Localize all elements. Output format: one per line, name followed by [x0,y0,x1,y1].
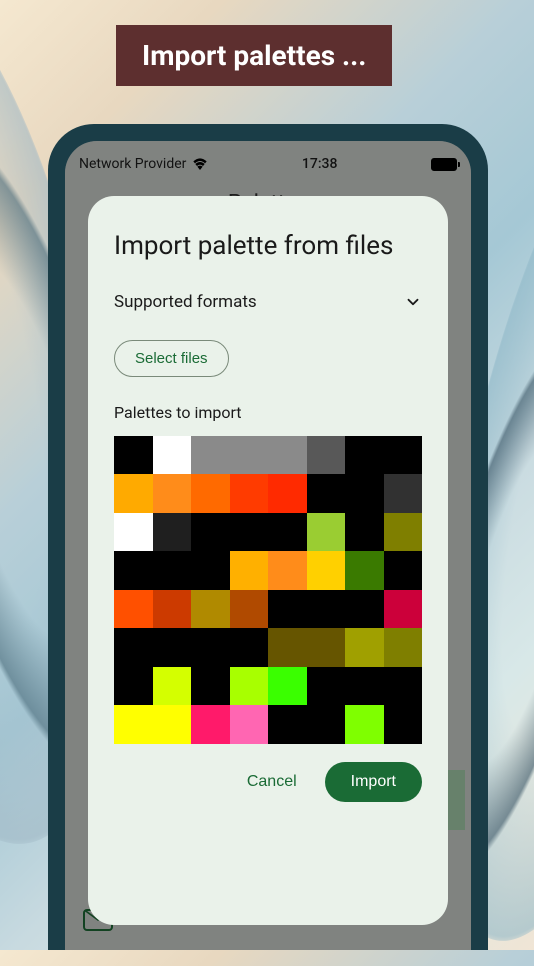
color-swatch [345,513,384,552]
color-swatch [230,590,269,629]
color-swatch [307,513,346,552]
color-swatch [345,551,384,590]
color-swatch [384,628,423,667]
color-swatch [230,551,269,590]
color-swatch [114,667,153,706]
color-swatch [307,667,346,706]
color-swatch [230,513,269,552]
color-swatch [384,590,423,629]
color-swatch [307,474,346,513]
color-swatch [268,551,307,590]
color-swatch [114,513,153,552]
color-swatch [230,667,269,706]
color-swatch [307,590,346,629]
cancel-button[interactable]: Cancel [233,763,311,801]
color-swatch [268,474,307,513]
color-swatch [114,628,153,667]
color-swatch [345,705,384,744]
dialog-title: Import palette from files [114,230,422,264]
color-swatch [114,705,153,744]
color-swatch [230,705,269,744]
color-swatch [345,436,384,475]
supported-formats-label: Supported formats [114,292,257,312]
dialog-actions: Cancel Import [114,762,422,802]
color-swatch [384,705,423,744]
phone-frame: Network Provider 17:38 Palettes Import p… [48,124,488,950]
promo-banner: Import palettes ... [116,25,392,86]
color-swatch [230,436,269,475]
import-button[interactable]: Import [325,762,422,802]
chevron-down-icon [404,293,422,311]
color-swatch [230,628,269,667]
color-swatch [268,628,307,667]
color-swatch [307,551,346,590]
phone-screen: Network Provider 17:38 Palettes Import p… [65,141,471,950]
color-swatch [345,667,384,706]
color-swatch [153,590,192,629]
color-swatch [114,436,153,475]
color-swatch [191,667,230,706]
color-swatch [384,513,423,552]
color-swatch [191,590,230,629]
color-swatch [384,474,423,513]
color-swatch [153,705,192,744]
color-swatch [268,513,307,552]
color-swatch [153,667,192,706]
palettes-to-import-label: Palettes to import [114,403,422,422]
color-swatch [307,628,346,667]
color-swatch [114,551,153,590]
color-swatch [153,628,192,667]
color-swatch [345,590,384,629]
color-swatch [153,474,192,513]
color-swatch [191,705,230,744]
color-swatch [307,705,346,744]
select-files-button[interactable]: Select files [114,340,229,377]
color-swatch [191,436,230,475]
color-swatch [307,436,346,475]
color-swatch [114,590,153,629]
color-swatch [153,551,192,590]
color-swatch [114,474,153,513]
color-swatch [153,436,192,475]
color-swatch [191,628,230,667]
color-swatch [153,513,192,552]
color-swatch [191,551,230,590]
color-swatch [191,513,230,552]
supported-formats-row[interactable]: Supported formats [114,292,422,312]
color-swatch [268,436,307,475]
color-swatch [191,474,230,513]
color-swatch [268,705,307,744]
color-swatch [384,551,423,590]
import-dialog: Import palette from files Supported form… [88,196,448,925]
color-swatch [345,474,384,513]
color-swatch [268,667,307,706]
color-swatch [384,436,423,475]
color-swatch [230,474,269,513]
color-swatch [268,590,307,629]
palette-preview-grid [114,436,422,744]
color-swatch [384,667,423,706]
color-swatch [345,628,384,667]
